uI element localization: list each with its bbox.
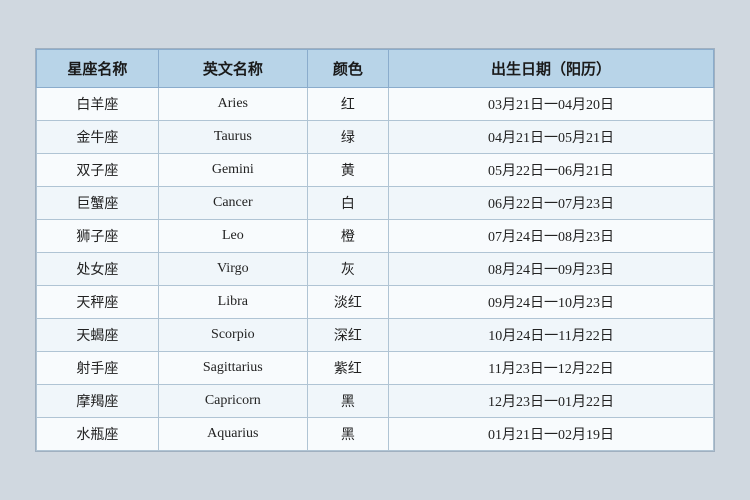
- cell-date: 03月21日一04月20日: [389, 88, 714, 121]
- table-row: 狮子座Leo橙07月24日一08月23日: [37, 220, 714, 253]
- cell-color: 白: [307, 187, 388, 220]
- table-row: 摩羯座Capricorn黑12月23日一01月22日: [37, 385, 714, 418]
- header-date: 出生日期（阳历）: [389, 50, 714, 88]
- cell-color: 灰: [307, 253, 388, 286]
- cell-date: 11月23日一12月22日: [389, 352, 714, 385]
- table-row: 射手座Sagittarius紫红11月23日一12月22日: [37, 352, 714, 385]
- cell-en: Cancer: [158, 187, 307, 220]
- cell-date: 12月23日一01月22日: [389, 385, 714, 418]
- table-row: 金牛座Taurus绿04月21日一05月21日: [37, 121, 714, 154]
- cell-color: 黑: [307, 385, 388, 418]
- table-row: 巨蟹座Cancer白06月22日一07月23日: [37, 187, 714, 220]
- cell-date: 05月22日一06月21日: [389, 154, 714, 187]
- cell-en: Sagittarius: [158, 352, 307, 385]
- cell-en: Taurus: [158, 121, 307, 154]
- cell-color: 绿: [307, 121, 388, 154]
- cell-color: 橙: [307, 220, 388, 253]
- cell-date: 08月24日一09月23日: [389, 253, 714, 286]
- table-row: 天秤座Libra淡红09月24日一10月23日: [37, 286, 714, 319]
- cell-color: 紫红: [307, 352, 388, 385]
- cell-en: Aries: [158, 88, 307, 121]
- cell-zh: 金牛座: [37, 121, 159, 154]
- header-color: 颜色: [307, 50, 388, 88]
- cell-en: Libra: [158, 286, 307, 319]
- cell-zh: 射手座: [37, 352, 159, 385]
- cell-en: Leo: [158, 220, 307, 253]
- cell-en: Virgo: [158, 253, 307, 286]
- cell-date: 01月21日一02月19日: [389, 418, 714, 451]
- zodiac-table: 星座名称 英文名称 颜色 出生日期（阳历） 白羊座Aries红03月21日一04…: [36, 49, 714, 451]
- cell-zh: 狮子座: [37, 220, 159, 253]
- cell-zh: 摩羯座: [37, 385, 159, 418]
- cell-color: 淡红: [307, 286, 388, 319]
- cell-date: 07月24日一08月23日: [389, 220, 714, 253]
- cell-zh: 天蝎座: [37, 319, 159, 352]
- cell-date: 09月24日一10月23日: [389, 286, 714, 319]
- table-row: 白羊座Aries红03月21日一04月20日: [37, 88, 714, 121]
- cell-zh: 处女座: [37, 253, 159, 286]
- table-row: 双子座Gemini黄05月22日一06月21日: [37, 154, 714, 187]
- cell-en: Gemini: [158, 154, 307, 187]
- cell-zh: 白羊座: [37, 88, 159, 121]
- table-row: 处女座Virgo灰08月24日一09月23日: [37, 253, 714, 286]
- cell-en: Capricorn: [158, 385, 307, 418]
- table-header-row: 星座名称 英文名称 颜色 出生日期（阳历）: [37, 50, 714, 88]
- cell-color: 深红: [307, 319, 388, 352]
- cell-color: 红: [307, 88, 388, 121]
- cell-zh: 天秤座: [37, 286, 159, 319]
- cell-color: 黄: [307, 154, 388, 187]
- table-row: 天蝎座Scorpio深红10月24日一11月22日: [37, 319, 714, 352]
- zodiac-table-container: 星座名称 英文名称 颜色 出生日期（阳历） 白羊座Aries红03月21日一04…: [35, 48, 715, 452]
- header-zh: 星座名称: [37, 50, 159, 88]
- cell-zh: 双子座: [37, 154, 159, 187]
- cell-date: 04月21日一05月21日: [389, 121, 714, 154]
- cell-zh: 巨蟹座: [37, 187, 159, 220]
- cell-en: Scorpio: [158, 319, 307, 352]
- cell-en: Aquarius: [158, 418, 307, 451]
- cell-date: 06月22日一07月23日: [389, 187, 714, 220]
- cell-zh: 水瓶座: [37, 418, 159, 451]
- cell-color: 黑: [307, 418, 388, 451]
- cell-date: 10月24日一11月22日: [389, 319, 714, 352]
- table-row: 水瓶座Aquarius黑01月21日一02月19日: [37, 418, 714, 451]
- header-en: 英文名称: [158, 50, 307, 88]
